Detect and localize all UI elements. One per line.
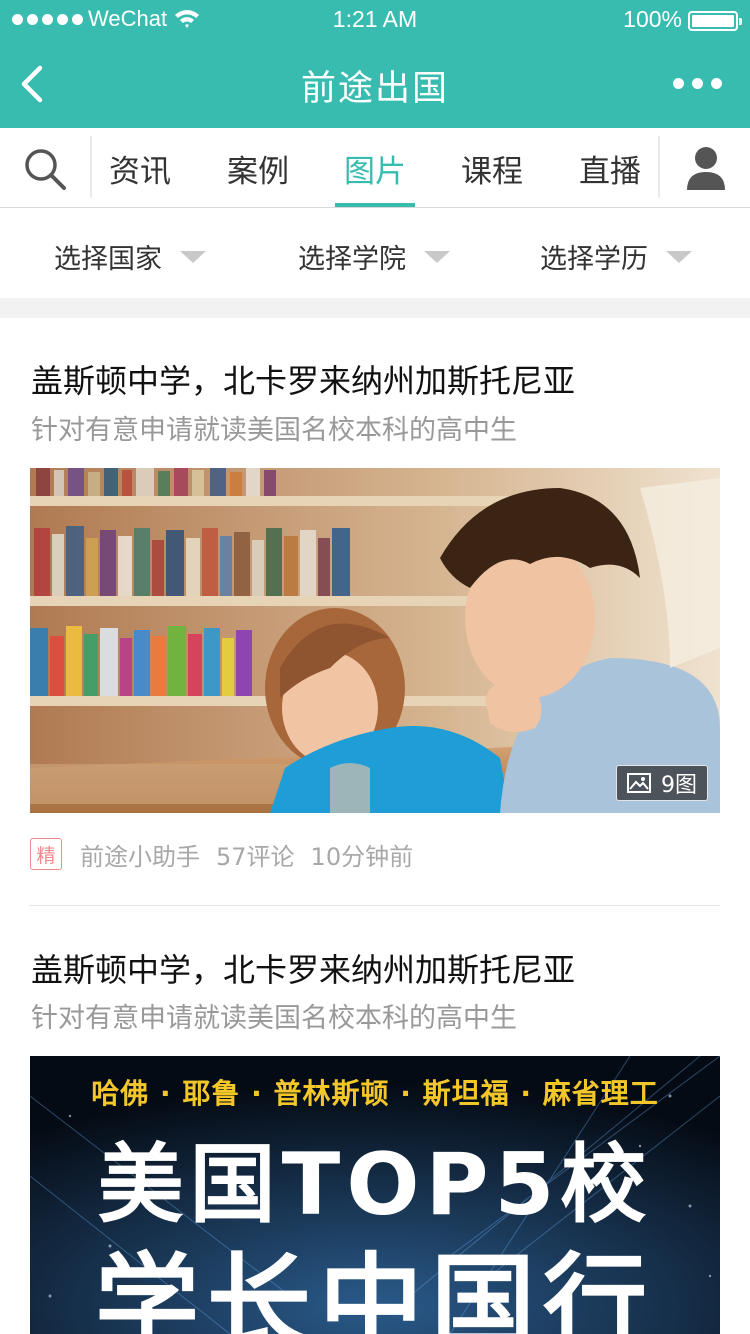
filter-country-dropdown[interactable]: 选择国家 [54,237,206,276]
section-gap [0,298,750,318]
filter-college-label: 选择学院 [298,244,406,275]
battery-icon [688,11,742,31]
article-time: 10分钟前 [310,842,414,871]
photo-count-label: 9图 [661,773,697,798]
article-title[interactable]: 盖斯顿中学，北卡罗来纳州加斯托尼亚 [31,945,575,991]
poster-subheadline: 学长中国行 [94,1242,655,1334]
filter-bar: 选择国家 选择学院 选择学历 [0,209,750,299]
tab-courses[interactable]: 课程 [452,146,532,191]
filter-degree-label: 选择学历 [540,244,648,275]
article-meta: 精 前途小助手 57评论 10分钟前 [30,837,414,872]
image-gallery-icon [627,773,651,793]
search-icon[interactable] [22,146,68,192]
navigation-bar: 前途出国 [0,40,750,128]
article-subtitle: 针对有意申请就读美国名校本科的高中生 [31,1003,517,1034]
article-image[interactable]: 哈佛 · 耶鲁 · 普林斯顿 · 斯坦福 · 麻省理工 美国TOP5校 学长中国… [30,1056,720,1334]
active-tab-indicator [335,203,415,207]
article-image[interactable]: 9图 [30,468,720,813]
article-author: 前途小助手 [80,842,200,871]
tab-separator [658,136,660,198]
poster-universities: 哈佛 · 耶鲁 · 普林斯顿 · 斯坦福 · 麻省理工 [91,1077,659,1110]
article-comments[interactable]: 57评论 [216,837,295,872]
tab-cases[interactable]: 案例 [218,146,298,191]
caret-down-icon [666,250,692,263]
featured-badge: 精 [30,838,62,870]
category-tabs: 资讯 案例 图片 课程 直播 [0,128,750,208]
tab-separator [90,136,92,198]
filter-degree-dropdown[interactable]: 选择学历 [540,237,692,276]
user-profile-icon[interactable] [684,144,728,192]
library-photo [30,468,720,813]
more-options-icon[interactable] [673,78,722,89]
photo-count-badge: 9图 [616,765,708,801]
status-bar: WeChat 1:21 AM 100% [0,0,750,40]
caret-down-icon [424,250,450,263]
battery-percentage: 100% [623,6,682,32]
filter-country-label: 选择国家 [54,244,162,275]
article-subtitle: 针对有意申请就读美国名校本科的高中生 [31,415,517,446]
article-divider [30,905,720,906]
tab-pictures[interactable]: 图片 [335,146,415,191]
top-bar: WeChat 1:21 AM 100% 前途出国 [0,0,750,128]
tab-live[interactable]: 直播 [570,146,650,191]
filter-college-dropdown[interactable]: 选择学院 [298,237,450,276]
page-title: 前途出国 [300,69,449,109]
article-title[interactable]: 盖斯顿中学，北卡罗来纳州加斯托尼亚 [31,356,575,402]
tab-news[interactable]: 资讯 [100,146,180,191]
caret-down-icon [180,250,206,263]
